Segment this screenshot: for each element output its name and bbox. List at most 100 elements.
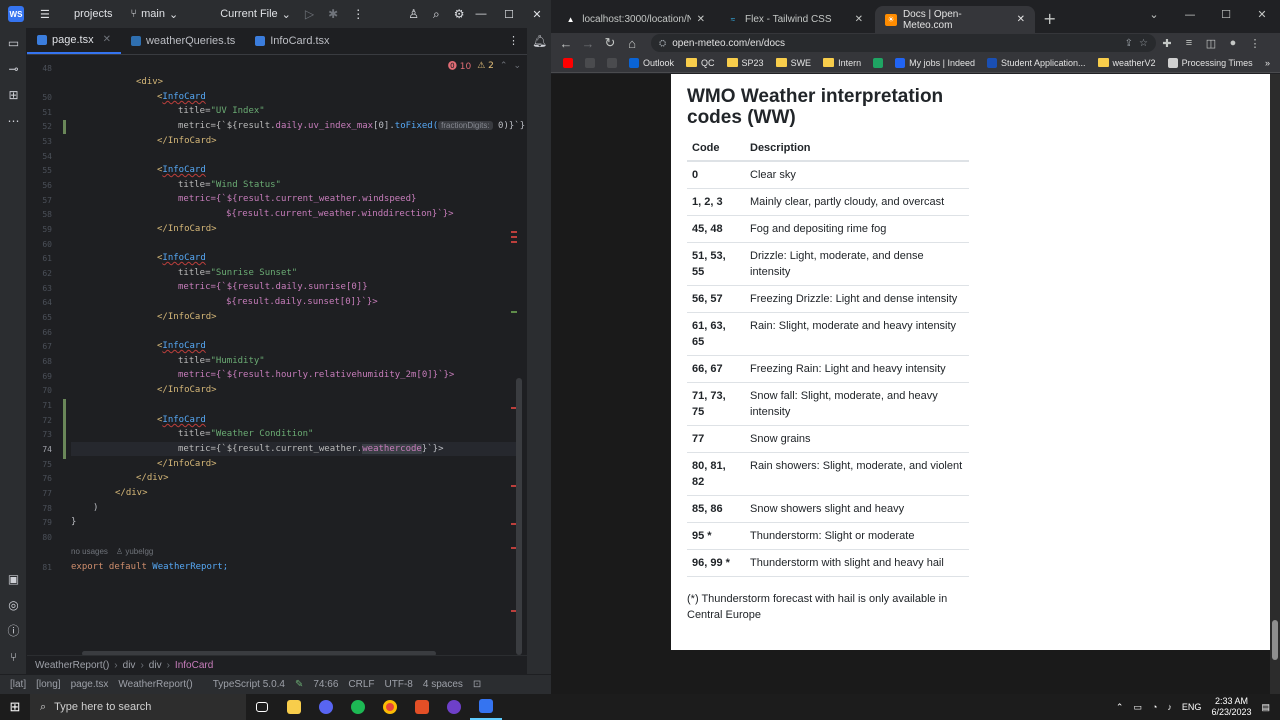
services-icon[interactable]: ◎ [6, 598, 21, 613]
windows-start-icon[interactable]: ⊞ [0, 699, 30, 715]
structure-icon[interactable]: ⊞ [6, 88, 21, 103]
spotify-icon[interactable] [342, 694, 374, 720]
page-scrollbar[interactable] [1270, 74, 1280, 694]
github-desktop-icon[interactable] [438, 694, 470, 720]
project-menu[interactable]: projects [74, 8, 113, 20]
browser-tab-tailwind[interactable]: ≈ Flex - Tailwind CSS ✕ [717, 6, 873, 33]
webstorm-icon[interactable] [470, 694, 502, 720]
minimize-icon[interactable]: — [1172, 0, 1208, 28]
wifi-icon[interactable]: ◔ [1152, 702, 1157, 712]
back-arrow-icon[interactable]: ← [555, 36, 577, 51]
close-icon[interactable]: ✕ [1244, 0, 1280, 28]
bookmark-student-application[interactable]: Student Application... [986, 57, 1086, 68]
vertical-scrollbar[interactable] [516, 378, 522, 655]
volume-icon[interactable]: ♪ [1167, 702, 1172, 712]
bookmark-star-icon[interactable]: ☆ [1139, 38, 1148, 49]
commit-icon[interactable]: ⊸ [6, 62, 21, 77]
change-stripe-mark[interactable] [511, 311, 517, 313]
side-panel-icon[interactable]: ◫ [1200, 37, 1222, 50]
app-icon[interactable] [406, 694, 438, 720]
status-file[interactable]: page.tsx [71, 679, 109, 690]
browser-tab-open-meteo[interactable]: ☀ Docs | Open-Meteo.com ✕ [875, 6, 1035, 33]
task-view-icon[interactable] [246, 694, 278, 720]
bookmark-indeed[interactable]: My jobs | Indeed [895, 57, 975, 68]
notification-center-icon[interactable]: ▤ [1261, 702, 1270, 713]
web-page-viewport[interactable]: WMO Weather interpretation codes (WW) Co… [551, 74, 1280, 694]
vcs-status-icon[interactable]: ✎ [295, 679, 303, 690]
tab-page-tsx[interactable]: page.tsx ✕ [27, 27, 121, 54]
code-area[interactable]: <div> <InfoCard title="UV Index" metric=… [71, 55, 525, 655]
new-tab-icon[interactable]: + [1043, 9, 1056, 28]
language-service[interactable]: TypeScript 5.0.4 [213, 679, 285, 690]
settings-gear-icon[interactable]: ⚙ [454, 7, 465, 21]
browser-menu-icon[interactable]: ⋮ [1244, 37, 1266, 50]
breadcrumb-item[interactable]: WeatherReport() [35, 660, 109, 671]
battery-icon[interactable]: ▭ [1133, 702, 1142, 713]
status-lat[interactable]: [lat] [10, 679, 26, 690]
bookmark-processing-times[interactable]: Processing Times [1167, 57, 1253, 68]
site-info-icon[interactable]: ⛭ [659, 38, 666, 49]
error-stripe-mark[interactable] [511, 231, 517, 233]
close-tab-icon[interactable]: ✕ [103, 34, 111, 45]
forward-arrow-icon[interactable]: → [577, 36, 599, 51]
maximize-icon[interactable]: ☐ [495, 0, 523, 28]
address-bar[interactable]: ⛭ open-meteo.com/en/docs ⇪ ☆ [651, 34, 1156, 52]
bookmark-folder-swe[interactable]: SWE [775, 58, 811, 68]
bookmark-outlook[interactable]: Outlook [629, 57, 674, 68]
more-tools-icon[interactable]: ⋯ [6, 114, 21, 129]
bookmark-drive[interactable] [873, 57, 884, 68]
bookmark-blank[interactable] [585, 57, 595, 68]
bookmark-youtube[interactable] [563, 57, 573, 68]
breadcrumb-item[interactable]: div [123, 660, 136, 671]
branch-widget[interactable]: ⑂ main ⌄ [131, 8, 179, 21]
error-stripe-mark[interactable] [511, 236, 517, 238]
chrome-icon[interactable] [374, 694, 406, 720]
terminal-icon[interactable]: ▣ [6, 572, 21, 587]
chevron-down-icon[interactable]: ⌄ [513, 61, 521, 71]
discord-icon[interactable] [310, 694, 342, 720]
reading-list-icon[interactable]: ≡ [1178, 37, 1200, 49]
file-encoding[interactable]: UTF-8 [385, 679, 413, 690]
line-separator[interactable]: CRLF [348, 679, 374, 690]
caret-position[interactable]: 74:66 [313, 679, 338, 690]
minimize-icon[interactable]: — [467, 0, 495, 28]
more-actions-icon[interactable]: ⋮ [352, 7, 364, 21]
file-explorer-icon[interactable] [278, 694, 310, 720]
taskbar-search[interactable]: ⌕ Type here to search [30, 694, 246, 720]
profile-avatar[interactable]: ● [1222, 37, 1244, 49]
run-icon[interactable]: ▷ [305, 7, 314, 21]
code-editor[interactable]: 48 50 51 52 53 54 55 56 57 58 59 60 61 6… [27, 55, 527, 655]
code-vision-hint[interactable]: no usages ♙ yubelgg [71, 545, 153, 559]
bookmark-folder-intern[interactable]: Intern [823, 58, 861, 68]
breadcrumb-item[interactable]: div [149, 660, 162, 671]
close-icon[interactable]: ✕ [523, 0, 551, 28]
indent-setting[interactable]: 4 spaces [423, 679, 463, 690]
main-menu-icon[interactable]: ☰ [40, 8, 54, 21]
maximize-icon[interactable]: ☐ [1208, 0, 1244, 28]
git-icon[interactable]: ⑂ [6, 650, 21, 665]
account-icon[interactable]: ♙ [408, 7, 419, 21]
tray-overflow-icon[interactable]: ⌃ [1116, 702, 1124, 713]
close-tab-icon[interactable]: ✕ [697, 14, 705, 25]
reload-icon[interactable]: ↻ [599, 35, 621, 51]
problems-icon[interactable]: ⓘ [6, 624, 21, 639]
inspection-widget[interactable]: ⓿ 10 ⚠ 2 ⌃ ⌄ [448, 59, 521, 73]
status-function[interactable]: WeatherReport() [118, 679, 192, 690]
error-stripe-mark[interactable] [511, 241, 517, 243]
debug-icon[interactable]: ✱ [328, 7, 338, 21]
scrollbar-thumb[interactable] [1272, 620, 1278, 660]
bookmark-folder-qc[interactable]: QC [686, 58, 715, 68]
search-icon[interactable]: ⌕ [433, 7, 440, 22]
share-icon[interactable]: ⇪ [1125, 38, 1133, 49]
bookmark-folder-sp23[interactable]: SP23 [726, 58, 764, 68]
bookmark-blank-2[interactable] [607, 57, 617, 68]
bookmark-folder-weatherv2[interactable]: weatherV2 [1097, 58, 1156, 68]
tab-infocard-tsx[interactable]: InfoCard.tsx [245, 27, 339, 54]
notifications-bell-icon[interactable]: 🔔︎ [532, 34, 547, 48]
chevron-down-icon[interactable]: ⌄ [1136, 0, 1172, 28]
tab-weatherqueries-ts[interactable]: weatherQueries.ts [121, 27, 245, 54]
home-icon[interactable]: ⌂ [621, 36, 643, 51]
bookmarks-overflow-icon[interactable]: » [1265, 58, 1270, 68]
close-tab-icon[interactable]: ✕ [855, 14, 863, 25]
breadcrumb-item[interactable]: InfoCard [175, 660, 213, 671]
